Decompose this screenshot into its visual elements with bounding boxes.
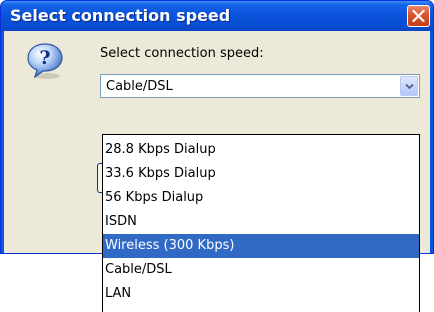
chevron-down-icon bbox=[405, 83, 414, 90]
window-title: Select connection speed bbox=[10, 6, 231, 25]
option-wireless[interactable]: Wireless (300 Kbps) bbox=[103, 234, 419, 258]
title-bar[interactable]: Select connection speed bbox=[1, 1, 433, 31]
close-icon bbox=[412, 10, 425, 22]
option-isdn[interactable]: ISDN bbox=[103, 210, 419, 234]
option-56-dialup[interactable]: 56 Kbps Dialup bbox=[103, 186, 419, 210]
combo-selected-value: Cable/DSL bbox=[106, 79, 173, 94]
svg-text:?: ? bbox=[39, 47, 50, 69]
question-icon: ? bbox=[27, 43, 63, 79]
connection-speed-combo[interactable]: Cable/DSL bbox=[100, 74, 420, 98]
option-33-6-dialup[interactable]: 33.6 Kbps Dialup bbox=[103, 162, 419, 186]
connection-speed-list[interactable]: 28.8 Kbps Dialup 33.6 Kbps Dialup 56 Kbp… bbox=[102, 134, 420, 312]
combo-dropdown-button[interactable] bbox=[400, 76, 418, 96]
option-lan[interactable]: LAN bbox=[103, 282, 419, 306]
close-button[interactable] bbox=[407, 5, 430, 27]
option-28-8-dialup[interactable]: 28.8 Kbps Dialup bbox=[103, 138, 419, 162]
option-cable-dsl[interactable]: Cable/DSL bbox=[103, 258, 419, 282]
speed-prompt-label: Select connection speed: bbox=[100, 46, 264, 61]
